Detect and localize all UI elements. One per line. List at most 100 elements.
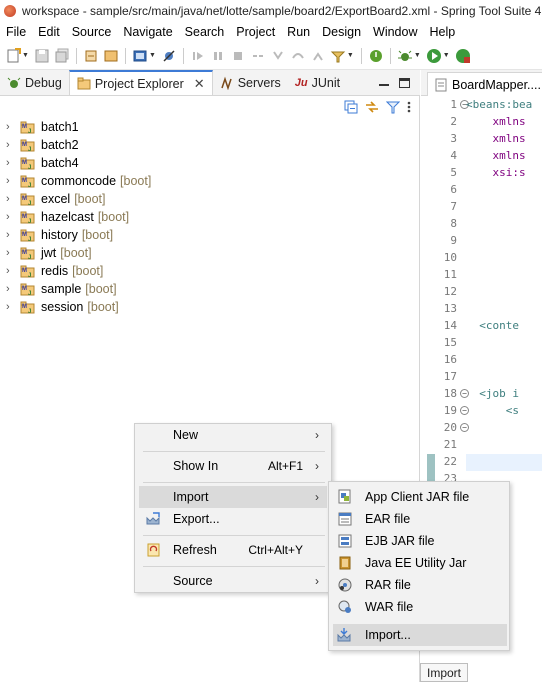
spring-boot-dashboard-icon[interactable] <box>367 47 385 65</box>
servers-icon <box>220 76 232 90</box>
import-submenu: App Client JAR file EAR file EJB JAR fil… <box>328 481 510 651</box>
project-tree-item[interactable]: › M Jbatch2 <box>0 136 420 154</box>
submenu-item-app-client-jar[interactable]: App Client JAR file <box>333 486 507 508</box>
build-icon[interactable] <box>82 47 100 65</box>
menu-item-refresh[interactable]: Refresh Ctrl+Alt+Y <box>139 539 327 561</box>
project-tree-item[interactable]: › M Jsession [boot] <box>0 298 420 316</box>
run-dropdown-icon[interactable]: ▼ <box>443 52 450 59</box>
project-tree-item[interactable]: › M Jhistory [boot] <box>0 226 420 244</box>
filter-icon[interactable] <box>386 100 400 114</box>
window-title: workspace - sample/src/main/java/net/lot… <box>22 4 542 18</box>
tab-servers[interactable]: Servers <box>213 70 288 95</box>
maximize-icon[interactable] <box>399 77 410 88</box>
project-name: batch2 <box>41 138 79 152</box>
menu-run[interactable]: Run <box>281 25 316 39</box>
chevron-right-icon[interactable]: › <box>6 175 16 187</box>
submenu-item-import-wizard[interactable]: Import... <box>333 624 507 646</box>
project-tree-item[interactable]: › M Jsample [boot] <box>0 280 420 298</box>
view-menu-icon[interactable] <box>406 100 412 114</box>
svg-text:J: J <box>28 291 31 296</box>
submenu-item-label: EJB JAR file <box>365 534 435 548</box>
submenu-item-rar-file[interactable]: RAR file <box>333 574 507 596</box>
link-with-editor-icon[interactable] <box>364 100 380 114</box>
submenu-item-ejb-jar[interactable]: EJB JAR file <box>333 530 507 552</box>
project-tree-item[interactable]: › M Jcommoncode [boot] <box>0 172 420 190</box>
menu-item-show-in[interactable]: Show In Alt+F1 › <box>139 455 327 477</box>
editor-tab-boardmapper[interactable]: BoardMapper.... <box>427 72 542 96</box>
coverage-run-icon[interactable] <box>454 47 472 65</box>
resume-icon[interactable] <box>189 47 207 65</box>
chevron-right-icon[interactable]: › <box>6 229 16 241</box>
project-tree-item[interactable]: › M Jexcel [boot] <box>0 190 420 208</box>
export-icon <box>146 512 160 525</box>
menu-item-export[interactable]: Export... <box>139 508 327 530</box>
disconnect-icon[interactable] <box>249 47 267 65</box>
spring-tool-suite-icon <box>4 5 16 17</box>
chevron-right-icon[interactable]: › <box>6 301 16 313</box>
open-type-icon[interactable] <box>102 47 120 65</box>
project-tree-item[interactable]: › M Jbatch4 <box>0 154 420 172</box>
suspend-icon[interactable] <box>209 47 227 65</box>
new-icon[interactable] <box>4 47 22 65</box>
step-into-icon[interactable] <box>269 47 287 65</box>
maven-project-icon: MJ <box>20 157 35 170</box>
chevron-right-icon[interactable]: › <box>6 265 16 277</box>
chevron-right-icon[interactable]: › <box>6 157 16 169</box>
menu-window[interactable]: Window <box>367 25 423 39</box>
project-tree-item[interactable]: › M Jredis [boot] <box>0 262 420 280</box>
menu-project[interactable]: Project <box>230 25 281 39</box>
menu-search[interactable]: Search <box>179 25 231 39</box>
menu-item-import[interactable]: Import › <box>139 486 327 508</box>
menu-help[interactable]: Help <box>424 25 462 39</box>
tab-project-explorer[interactable]: Project Explorer ✕ <box>68 70 213 95</box>
collapse-all-icon[interactable] <box>344 100 358 114</box>
step-filters-dropdown-icon[interactable]: ▼ <box>347 52 354 59</box>
svg-text:J: J <box>28 147 31 152</box>
chevron-right-icon[interactable]: › <box>6 121 16 133</box>
menu-file[interactable]: File <box>0 25 32 39</box>
menu-item-source[interactable]: Source › <box>139 570 327 592</box>
run-icon[interactable] <box>425 47 443 65</box>
skip-breakpoints-icon[interactable] <box>160 47 178 65</box>
chevron-right-icon[interactable]: › <box>6 283 16 295</box>
menu-item-accelerator: Alt+F1 <box>267 459 303 473</box>
minimize-icon[interactable] <box>379 83 389 86</box>
code-line: <job i <box>466 387 519 400</box>
submenu-item-war-file[interactable]: WAR file <box>333 596 507 618</box>
tab-debug[interactable]: Debug <box>0 70 69 95</box>
terminate-icon[interactable] <box>229 47 247 65</box>
svg-text:M: M <box>22 142 27 148</box>
menu-item-new[interactable]: New › <box>139 424 327 446</box>
step-over-icon[interactable] <box>289 47 307 65</box>
console-icon[interactable] <box>131 47 149 65</box>
line-number: 7 <box>450 200 457 213</box>
chevron-right-icon[interactable]: › <box>6 193 16 205</box>
debug-dropdown-icon[interactable]: ▼ <box>414 52 421 59</box>
submenu-item-ear-file[interactable]: EAR file <box>333 508 507 530</box>
step-return-icon[interactable] <box>309 47 327 65</box>
submenu-item-java-ee-utility-jar[interactable]: Java EE Utility Jar <box>333 552 507 574</box>
menu-edit[interactable]: Edit <box>32 25 66 39</box>
menu-source[interactable]: Source <box>66 25 118 39</box>
save-icon[interactable] <box>33 47 51 65</box>
project-tree-item[interactable]: › M Jjwt [boot] <box>0 244 420 262</box>
tab-junit[interactable]: Ju JUnit <box>288 70 347 95</box>
project-boot-tag: [boot] <box>72 264 104 278</box>
chevron-right-icon[interactable]: › <box>6 139 16 151</box>
debug-run-icon[interactable] <box>396 47 414 65</box>
project-name: sample <box>41 282 82 296</box>
svg-text:M: M <box>22 286 27 292</box>
console-dropdown-icon[interactable]: ▼ <box>149 52 156 59</box>
code-line: xmlns <box>466 115 526 128</box>
close-icon[interactable]: ✕ <box>194 76 205 92</box>
save-all-icon[interactable] <box>53 47 71 65</box>
project-tree-item[interactable]: › M Jhazelcast [boot] <box>0 208 420 226</box>
toolbar-separator <box>360 47 362 64</box>
chevron-right-icon[interactable]: › <box>6 211 16 223</box>
use-step-filters-icon[interactable] <box>329 47 347 65</box>
new-dropdown-icon[interactable]: ▼ <box>22 52 29 59</box>
chevron-right-icon[interactable]: › <box>6 247 16 259</box>
menu-navigate[interactable]: Navigate <box>117 25 178 39</box>
project-tree-item[interactable]: › M Jbatch1 <box>0 118 420 136</box>
menu-design[interactable]: Design <box>316 25 367 39</box>
